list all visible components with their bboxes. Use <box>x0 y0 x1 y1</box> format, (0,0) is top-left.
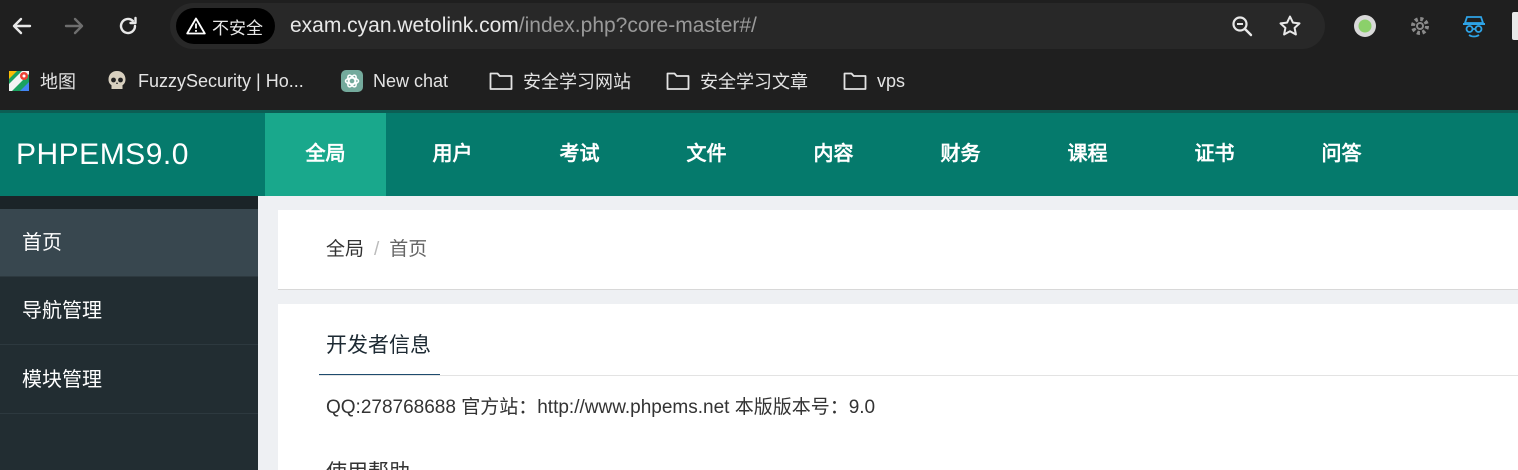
bookmark-label: vps <box>877 70 906 91</box>
help-heading: 使用帮助 <box>326 456 410 470</box>
extension-spy[interactable] <box>1460 12 1488 40</box>
developer-info-panel: 开发者信息 QQ:278768688 官方站：http://www.phpems… <box>278 304 1518 470</box>
arrow-right-icon <box>64 17 84 35</box>
spy-icon <box>1463 16 1485 38</box>
sidebar-item-nav-management[interactable]: 导航管理 <box>0 277 258 345</box>
menu-item-file[interactable]: 文件 <box>646 113 767 196</box>
menu-item-course[interactable]: 课程 <box>1027 113 1148 196</box>
star-icon <box>1279 15 1301 36</box>
bookmark-item[interactable]: New chat <box>341 52 448 110</box>
sidebar-top-strip <box>0 196 258 209</box>
breadcrumb: 全局 / 首页 <box>326 210 427 290</box>
menu-item-finance[interactable]: 财务 <box>900 113 1021 196</box>
brand-logo[interactable]: PHPEMS9.0 <box>16 113 189 196</box>
extension-profile[interactable] <box>1351 12 1379 40</box>
zoom-icon <box>1232 16 1253 37</box>
developer-info-text: QQ:278768688 官方站：http://www.phpems.net 本… <box>326 397 876 418</box>
menu-edge <box>1512 12 1518 40</box>
security-chip[interactable]: 不安全 <box>176 8 275 44</box>
bookmark-label: 安全学习网站 <box>523 72 631 92</box>
app-header: PHPEMS9.0 全局 用户 考试 文件 内容 财务 课程 证书 问答 <box>0 110 1518 196</box>
menu-item-content[interactable]: 内容 <box>773 113 894 196</box>
skull-icon <box>108 71 126 91</box>
openai-icon <box>341 70 363 92</box>
sidebar-item-home[interactable]: 首页 <box>0 209 258 277</box>
panel-tab-developer-info[interactable]: 开发者信息 <box>319 304 440 376</box>
menu-item-exam[interactable]: 考试 <box>519 113 640 196</box>
breadcrumb-separator: / <box>374 239 380 260</box>
green-dot-icon <box>1354 15 1376 37</box>
url-path: /index.php?core-master#/ <box>518 14 757 37</box>
maps-icon <box>9 71 29 91</box>
main-content: 全局 / 首页 开发者信息 QQ:278768688 官方站：http://www.… <box>258 196 1518 470</box>
bookmark-label: New chat <box>373 70 449 91</box>
bookmarks-bar: 地图 FuzzySecurity | Ho... New chat 安全学习网站… <box>0 52 1518 110</box>
menu-item-user[interactable]: 用户 <box>392 113 513 196</box>
extension-settings[interactable] <box>1406 12 1434 40</box>
bookmark-folder[interactable]: vps <box>843 52 905 110</box>
folder-icon <box>489 72 513 90</box>
forward-button[interactable] <box>58 10 90 42</box>
breadcrumb-card: 全局 / 首页 <box>278 210 1518 290</box>
sidebar-item-module-management[interactable]: 模块管理 <box>0 346 258 414</box>
back-button[interactable] <box>6 10 38 42</box>
bookmark-item[interactable]: 地图 <box>8 52 76 110</box>
arrow-left-icon <box>12 17 32 35</box>
security-label: 不安全 <box>212 18 263 38</box>
url-text[interactable]: exam.cyan.wetolink.com/index.php?core-ma… <box>290 3 757 49</box>
reload-button[interactable] <box>112 10 144 42</box>
bookmark-star-button[interactable] <box>1276 12 1304 40</box>
breadcrumb-parent[interactable]: 全局 <box>326 239 364 260</box>
bookmark-item[interactable]: FuzzySecurity | Ho... <box>106 52 304 110</box>
tab-divider <box>319 375 1518 376</box>
sidebar: 首页 导航管理 模块管理 <box>0 196 258 470</box>
url-host: exam.cyan.wetolink.com <box>290 14 519 37</box>
folder-icon <box>666 72 690 90</box>
menu-item-global[interactable]: 全局 <box>265 113 386 196</box>
bookmark-folder[interactable]: 安全学习文章 <box>666 52 808 110</box>
menu-item-qa[interactable]: 问答 <box>1281 113 1402 196</box>
zoom-button[interactable] <box>1228 12 1256 40</box>
breadcrumb-current: 首页 <box>389 239 428 260</box>
bookmark-label: FuzzySecurity | Ho... <box>138 70 304 91</box>
browser-toolbar: 不安全 exam.cyan.wetolink.com/index.php?cor… <box>0 0 1518 52</box>
menu-item-certificate[interactable]: 证书 <box>1154 113 1275 196</box>
bookmark-label: 安全学习文章 <box>700 72 808 92</box>
reload-icon <box>119 16 137 35</box>
warning-icon <box>186 17 206 35</box>
bookmark-folder[interactable]: 安全学习网站 <box>489 52 631 110</box>
gear-icon <box>1411 17 1429 35</box>
bookmark-label: 地图 <box>40 72 76 92</box>
folder-icon <box>843 72 867 90</box>
address-bar[interactable]: 不安全 exam.cyan.wetolink.com/index.php?cor… <box>170 3 1325 49</box>
